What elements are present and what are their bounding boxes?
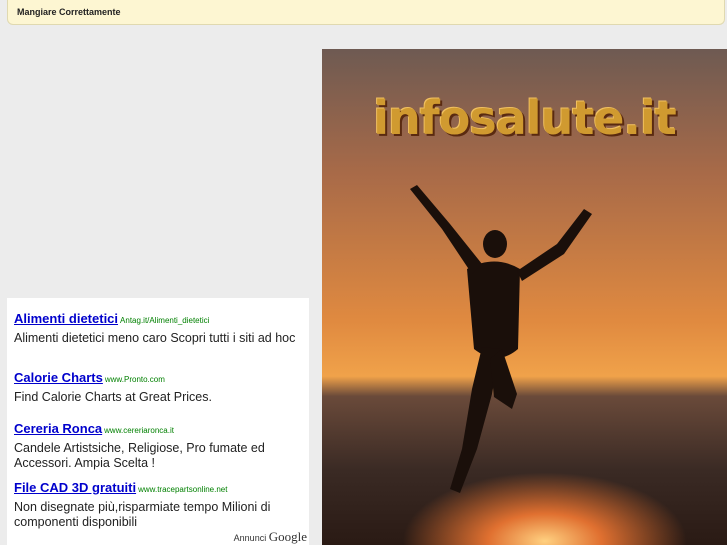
ad-item: Alimenti dietetici Antag.it/Alimenti_diet… xyxy=(14,310,306,346)
site-logo[interactable]: infosalute.it xyxy=(322,91,727,145)
ad-item: Cereria Ronca www.cereriaronca.it Candele… xyxy=(14,420,306,471)
ads-by-google[interactable]: Annunci Google xyxy=(234,529,307,545)
ad-description: Find Calorie Charts at Great Prices. xyxy=(14,390,212,404)
ad-description: Candele Artistsiche, Religiose, Pro fuma… xyxy=(14,441,265,470)
ad-item: Calorie Charts www.Pronto.com Find Calori… xyxy=(14,369,306,405)
ads-label: Annunci xyxy=(233,533,267,543)
ad-url[interactable]: Antag.it/Alimenti_dietetici xyxy=(120,316,209,325)
ads-panel: Alimenti dietetici Antag.it/Alimenti_diet… xyxy=(7,298,309,545)
ad-item: File CAD 3D gratuiti www.tracepartsonline… xyxy=(14,479,306,530)
ad-url[interactable]: www.tracepartsonline.net xyxy=(138,485,227,494)
ad-title-link[interactable]: Alimenti dietetici xyxy=(14,311,118,326)
ad-title-link[interactable]: Cereria Ronca xyxy=(14,421,102,436)
ad-title-link[interactable]: File CAD 3D gratuiti xyxy=(14,480,136,495)
ad-url[interactable]: www.cereriaronca.it xyxy=(104,426,174,435)
page-title: Mangiare Correttamente xyxy=(17,7,121,17)
hero-image: infosalute.it xyxy=(322,49,727,545)
ad-url[interactable]: www.Pronto.com xyxy=(105,375,165,384)
google-logo: Google xyxy=(268,529,307,544)
ad-description: Alimenti dietetici meno caro Scopri tutt… xyxy=(14,331,296,345)
ad-description: Non disegnate più,risparmiate tempo Mili… xyxy=(14,500,271,529)
ad-title-link[interactable]: Calorie Charts xyxy=(14,370,103,385)
top-bar: Mangiare Correttamente xyxy=(7,0,725,25)
